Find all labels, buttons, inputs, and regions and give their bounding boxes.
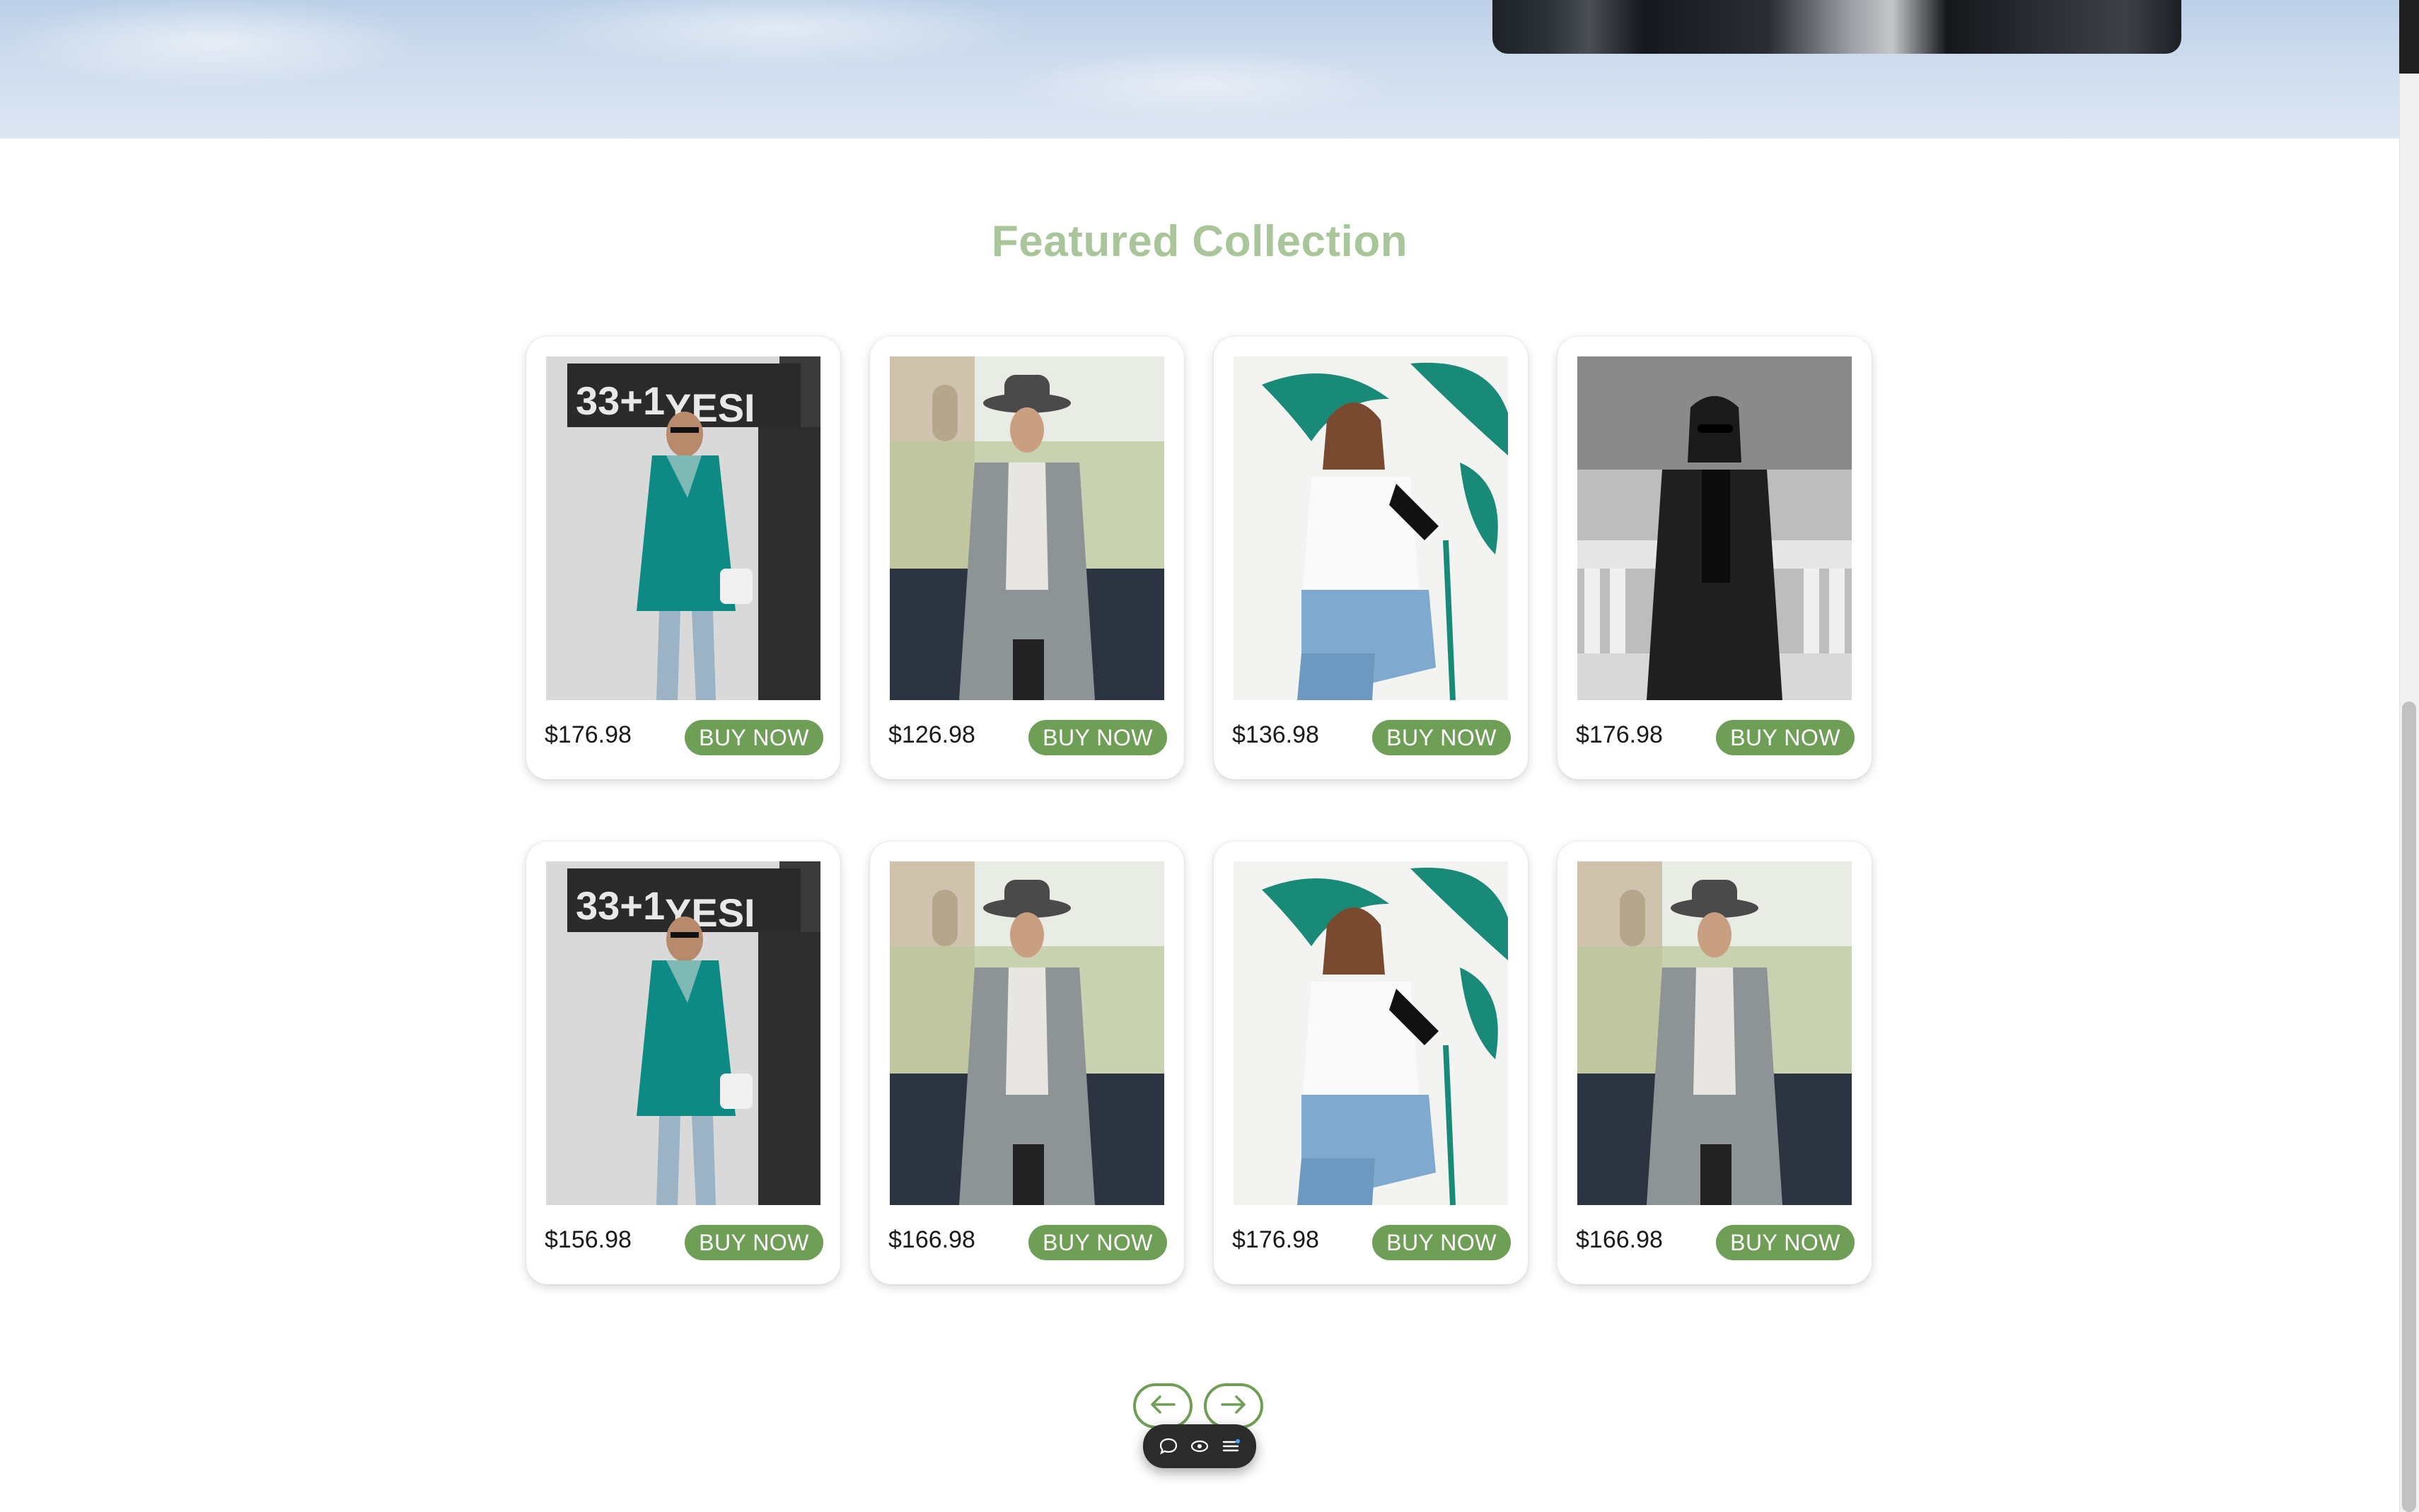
product-card[interactable]: 33+1 YESI $156.98 BUY NOW	[526, 842, 840, 1284]
buy-now-button[interactable]: BUY NOW	[685, 1225, 823, 1260]
page: Featured Collection 33+1 YESI $176.98 BU…	[0, 0, 2419, 1512]
buy-now-button[interactable]: BUY NOW	[1372, 720, 1511, 755]
product-image[interactable]: 33+1 YESI	[546, 861, 820, 1205]
product-price: $176.98	[545, 721, 632, 748]
product-image[interactable]	[1577, 356, 1852, 700]
svg-text:33+1: 33+1	[576, 378, 665, 423]
arrow-left-icon	[1150, 1395, 1176, 1418]
buy-now-button[interactable]: BUY NOW	[1372, 1225, 1511, 1260]
product-card[interactable]: $176.98 BUY NOW	[1214, 842, 1528, 1284]
comment-icon[interactable]	[1158, 1436, 1179, 1457]
arrow-right-icon	[1221, 1395, 1246, 1418]
hero-banner	[0, 0, 2399, 139]
buy-now-button[interactable]: BUY NOW	[1028, 1225, 1167, 1260]
product-image[interactable]	[890, 356, 1164, 700]
product-price: $176.98	[1576, 721, 1663, 748]
product-image[interactable]	[890, 861, 1164, 1205]
product-card[interactable]: $166.98 BUY NOW	[1557, 842, 1872, 1284]
product-card[interactable]: 33+1 YESI $176.98 BUY NOW	[526, 337, 840, 779]
product-image[interactable]	[1234, 861, 1508, 1205]
product-image[interactable]	[1234, 356, 1508, 700]
product-price: $166.98	[1576, 1226, 1663, 1253]
product-card[interactable]: $166.98 BUY NOW	[870, 842, 1184, 1284]
hero-image	[1492, 0, 2181, 54]
floating-toolbar	[1143, 1424, 1256, 1468]
product-card[interactable]: $136.98 BUY NOW	[1214, 337, 1528, 779]
svg-text:33+1: 33+1	[576, 883, 665, 928]
menu-icon[interactable]	[1220, 1436, 1241, 1457]
product-price: $166.98	[888, 1226, 975, 1253]
prev-page-button[interactable]	[1133, 1383, 1193, 1429]
buy-now-button[interactable]: BUY NOW	[1716, 720, 1855, 755]
next-page-button[interactable]	[1204, 1383, 1263, 1429]
buy-now-button[interactable]: BUY NOW	[1716, 1225, 1855, 1260]
product-price: $136.98	[1232, 721, 1319, 748]
section-title: Featured Collection	[991, 217, 1408, 266]
product-card[interactable]: $126.98 BUY NOW	[870, 337, 1184, 779]
scrollbar-top	[2399, 0, 2419, 74]
product-image[interactable]: 33+1 YESI	[546, 356, 820, 700]
eye-icon[interactable]	[1189, 1436, 1210, 1457]
product-price: $156.98	[545, 1226, 632, 1253]
product-image[interactable]	[1577, 861, 1852, 1205]
buy-now-button[interactable]: BUY NOW	[1028, 720, 1167, 755]
product-price: $176.98	[1232, 1226, 1319, 1253]
buy-now-button[interactable]: BUY NOW	[685, 720, 823, 755]
scrollbar-thumb[interactable]	[2402, 702, 2416, 1512]
product-card[interactable]: $176.98 BUY NOW	[1557, 337, 1872, 779]
product-price: $126.98	[888, 721, 975, 748]
